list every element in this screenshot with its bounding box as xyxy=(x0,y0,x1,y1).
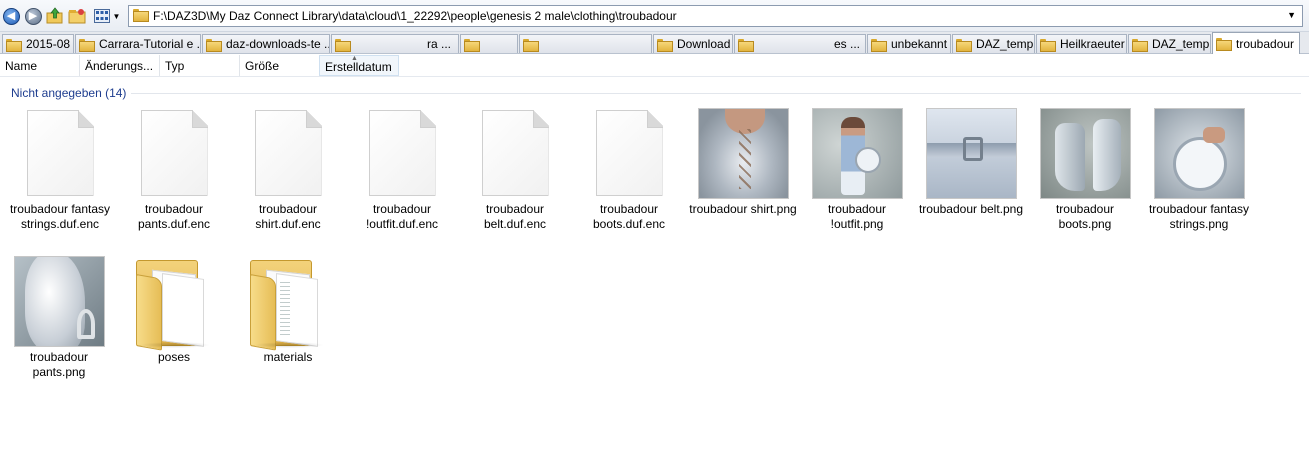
group-divider xyxy=(131,93,1301,94)
folder-icon xyxy=(250,254,326,351)
folder-icon xyxy=(1132,38,1148,52)
file-name: troubadour shirt.duf.enc xyxy=(255,202,321,231)
folder-icon xyxy=(871,38,887,52)
tab-redacted-2[interactable] xyxy=(460,34,518,53)
column-size[interactable]: Größe xyxy=(240,55,320,76)
tab-label: troubadour xyxy=(1236,36,1295,51)
back-arrow-icon[interactable]: ◀ xyxy=(2,7,20,25)
document-icon xyxy=(140,110,208,196)
chevron-down-icon[interactable]: ▼ xyxy=(1287,10,1296,20)
folder-icon xyxy=(206,38,222,52)
tab-label: 2015-08 xyxy=(26,37,71,51)
tab-label: daz-downloads-te ... xyxy=(226,37,330,51)
tab-unbekannt[interactable]: unbekannt xyxy=(867,34,951,53)
tab-2015-08[interactable]: 2015-08 xyxy=(2,34,74,53)
image-thumbnail xyxy=(811,107,903,199)
folder-icon xyxy=(136,254,212,351)
folder-icon xyxy=(335,38,351,52)
folder-icon xyxy=(79,38,95,52)
file-name: troubadour fantasy strings.duf.enc xyxy=(9,202,111,231)
tab-troubadour[interactable]: troubadour xyxy=(1212,32,1300,54)
sort-arrow-icon: ▲ xyxy=(351,55,358,62)
folder-favorites-icon[interactable] xyxy=(68,7,86,25)
tab-label: Heilkraeuter xyxy=(1060,37,1125,51)
forward-arrow-icon[interactable]: ▶ xyxy=(24,7,42,25)
folder-icon xyxy=(1216,38,1232,51)
folder-icon xyxy=(464,38,480,52)
tab-heilkraeuter[interactable]: Heilkraeuter xyxy=(1036,34,1127,53)
document-icon xyxy=(595,110,663,196)
column-type[interactable]: Typ xyxy=(160,55,240,76)
tab-label: Download xyxy=(677,37,731,51)
file-name: troubadour boots.png xyxy=(1055,202,1115,231)
tab-label: es ... xyxy=(834,37,861,51)
view-dropdown-icon[interactable]: ▼ xyxy=(113,12,121,21)
address-bar[interactable]: F:\DAZ3D\My Daz Connect Library\data\clo… xyxy=(128,5,1303,27)
folder-icon xyxy=(657,38,673,52)
folder-icon xyxy=(523,38,539,52)
image-thumbnail xyxy=(13,255,105,347)
document-icon xyxy=(481,110,549,196)
folder-icon xyxy=(133,9,149,22)
folder-name: materials xyxy=(263,350,313,364)
tab-daz-temp-2[interactable]: DAZ_temp xyxy=(1128,34,1211,53)
folder-icon xyxy=(6,38,22,52)
folder-tabs: 2015-08 Carrara-Tutorial e ... daz-downl… xyxy=(0,32,1309,54)
tab-daz-temp[interactable]: DAZ_temp xyxy=(952,34,1035,53)
column-name[interactable]: Name xyxy=(0,55,80,76)
tab-redacted-1[interactable]: ra ... xyxy=(331,34,459,53)
document-icon xyxy=(254,110,322,196)
tab-label: Carrara-Tutorial e ... xyxy=(99,37,201,51)
up-folder-icon[interactable] xyxy=(46,7,64,25)
file-name: troubadour boots.duf.enc xyxy=(592,202,666,231)
file-name: troubadour shirt.png xyxy=(689,202,797,216)
address-path[interactable]: F:\DAZ3D\My Daz Connect Library\data\clo… xyxy=(153,9,677,23)
column-modified[interactable]: Änderungs... xyxy=(80,55,160,76)
document-icon xyxy=(26,110,94,196)
image-thumbnail xyxy=(925,107,1017,199)
file-name: troubadour belt.png xyxy=(918,202,1024,216)
tab-daz-downloads[interactable]: daz-downloads-te ... xyxy=(202,34,330,53)
navigation-toolbar: ◀ ▶ ▼ F:\DAZ3D\My Daz Connect Library\da… xyxy=(0,0,1309,32)
view-mode-icon[interactable]: ▼ xyxy=(92,7,122,25)
tab-redacted-3[interactable] xyxy=(519,34,652,53)
tab-redacted-4[interactable]: es ... xyxy=(734,34,866,53)
group-header[interactable]: Nicht angegeben (14) xyxy=(11,86,126,100)
image-thumbnail xyxy=(1153,107,1245,199)
file-name: troubadour pants.duf.enc xyxy=(137,202,211,231)
file-name: troubadour pants.png xyxy=(29,350,89,379)
folder-icon xyxy=(738,38,754,52)
tab-carrara-tutorial[interactable]: Carrara-Tutorial e ... xyxy=(75,34,201,53)
column-created[interactable]: Erstelldatum xyxy=(319,55,399,76)
tab-label: unbekannt xyxy=(891,37,948,51)
folder-icon xyxy=(1040,38,1056,52)
folder-name: poses xyxy=(157,350,191,364)
file-name: troubadour !outfit.duf.enc xyxy=(365,202,439,231)
tab-label: DAZ_temp xyxy=(1152,37,1210,51)
image-thumbnail xyxy=(697,107,789,199)
column-headers: Name Änderungs... Typ Größe Erstelldatum… xyxy=(0,55,1309,77)
file-name: troubadour belt.duf.enc xyxy=(483,202,547,231)
tab-label: ra ... xyxy=(427,37,452,51)
folder-icon xyxy=(956,38,972,52)
file-name: troubadour fantasy strings.png xyxy=(1148,202,1250,231)
file-name: troubadour !outfit.png xyxy=(827,202,887,231)
tab-download[interactable]: Download xyxy=(653,34,733,53)
document-icon xyxy=(368,110,436,196)
tab-label: DAZ_temp xyxy=(976,37,1034,51)
image-thumbnail xyxy=(1039,107,1131,199)
